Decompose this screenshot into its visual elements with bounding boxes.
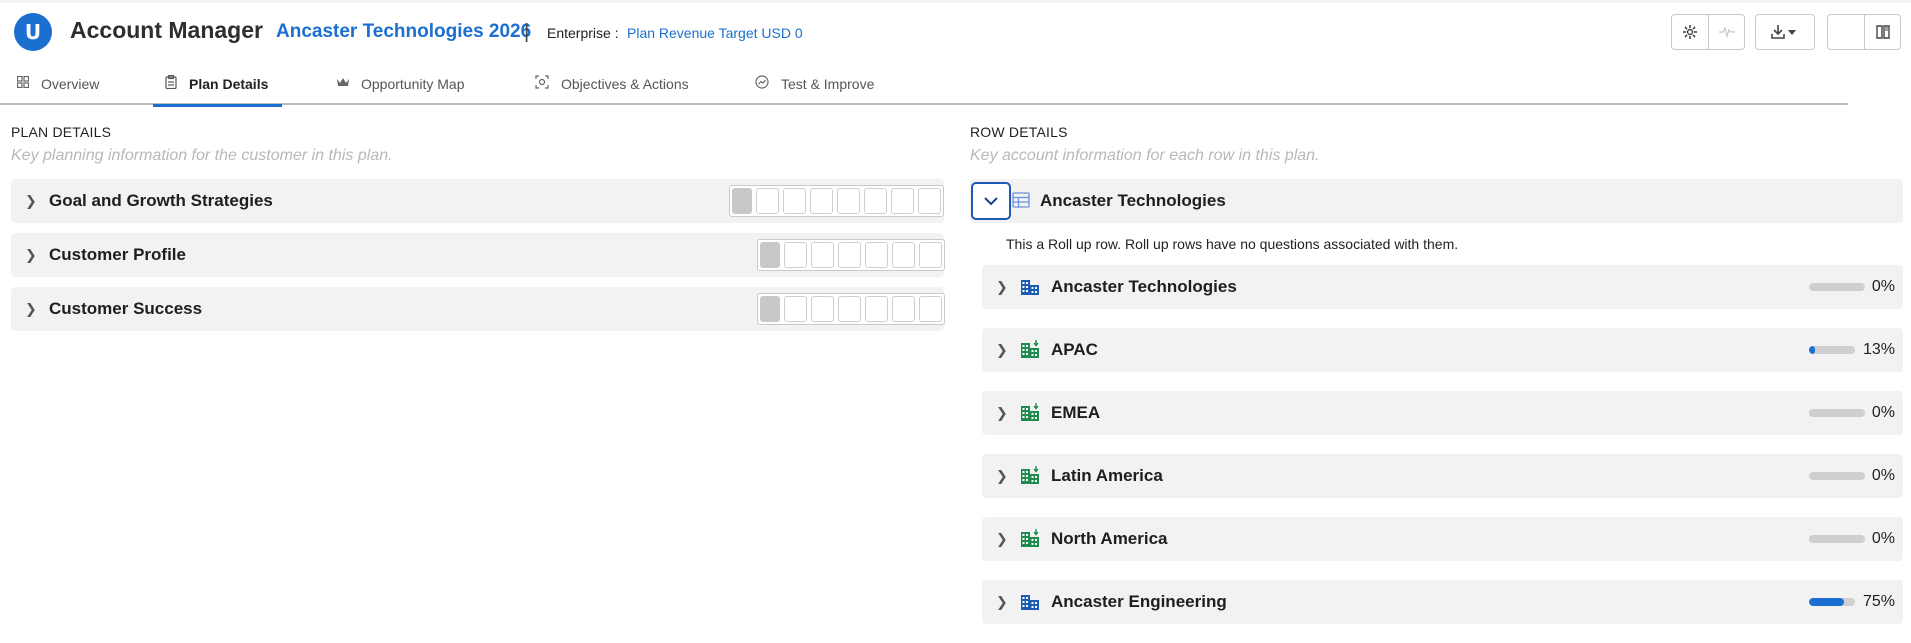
progress-percent: 75% [1862, 593, 1895, 610]
progress-bar [1809, 598, 1855, 606]
plan-section-label: Customer Success [49, 299, 203, 318]
chevron-right-icon: ❯ [996, 467, 1008, 484]
tab-test-improve-label: Test & Improve [781, 75, 875, 92]
help-button-group [1827, 14, 1901, 50]
building-down-icon [1021, 403, 1039, 421]
enterprise-value-link[interactable]: Plan Revenue Target USD 0 [627, 25, 803, 41]
row-item[interactable]: ❯ EMEA 0% [982, 391, 1903, 435]
progress-percent: 13% [1862, 341, 1895, 358]
building-down-icon [1021, 529, 1039, 547]
plan-section-label: Goal and Growth Strategies [49, 191, 273, 210]
chevron-right-icon: ❯ [996, 530, 1008, 547]
row-details-title: ROW DETAILS [970, 124, 1068, 140]
chevron-right-icon: ❯ [25, 300, 37, 317]
row-item[interactable]: ❯ APAC 13% [982, 328, 1903, 372]
rollup-row-label: Ancaster Technologies [1040, 191, 1226, 210]
tab-opportunity-map-label: Opportunity Map [361, 75, 465, 92]
row-item-label: North America [1051, 529, 1168, 548]
row-details-subtitle: Key account information for each row in … [970, 147, 1320, 164]
completion-segments [729, 185, 944, 217]
plan-details-title: PLAN DETAILS [11, 124, 112, 140]
tab-bar: Overview Plan Details Opportunity Map Ob… [0, 62, 1848, 107]
grid-icon [16, 75, 30, 91]
completion-segments [757, 239, 945, 271]
target-icon [535, 75, 549, 92]
download-button[interactable] [1756, 15, 1814, 49]
row-item-label: APAC [1051, 340, 1098, 359]
row-item-label: Ancaster Engineering [1051, 592, 1227, 611]
book-button[interactable] [1864, 15, 1900, 49]
app-title: Account Manager [70, 17, 263, 43]
building-down-icon [1021, 340, 1039, 358]
tab-objectives-actions[interactable]: Objectives & Actions [535, 62, 689, 105]
progress-fill [1809, 346, 1815, 354]
progress-percent: 0% [1871, 278, 1895, 295]
download-button-group [1755, 14, 1815, 50]
row-item-label: Ancaster Technologies [1051, 277, 1237, 296]
rollup-note: This a Roll up row. Roll up rows have no… [1006, 236, 1459, 252]
progress-bar [1809, 346, 1855, 354]
chevron-right-icon: ❯ [25, 192, 37, 209]
tab-plan-details-label: Plan Details [189, 75, 269, 92]
settings-button[interactable] [1672, 15, 1708, 49]
table-icon [1012, 192, 1030, 211]
book-icon [1875, 25, 1890, 39]
rollup-collapse-button[interactable] [971, 182, 1011, 220]
building-icon [1021, 595, 1039, 610]
pulse-icon [1718, 26, 1735, 38]
tab-objectives-actions-label: Objectives & Actions [561, 75, 689, 92]
enterprise-label: Enterprise : [547, 25, 619, 41]
completion-segments [757, 293, 945, 325]
tab-overview[interactable]: Overview [16, 62, 100, 105]
chevron-right-icon: ❯ [996, 593, 1008, 610]
settings-button-group [1671, 14, 1745, 50]
app-header: U Account Manager Ancaster Technologies … [0, 0, 1911, 62]
plan-section-goal-growth[interactable]: ❯ Goal and Growth Strategies [11, 179, 944, 223]
building-icon [1021, 280, 1039, 295]
building-down-icon [1021, 466, 1039, 484]
chevron-right-icon: ❯ [25, 246, 37, 263]
row-item-label: EMEA [1051, 403, 1101, 422]
progress-fill [1809, 598, 1844, 606]
plan-section-label: Customer Profile [49, 245, 186, 264]
crown-icon [337, 76, 349, 91]
progress-percent: 0% [1871, 530, 1895, 547]
tab-opportunity-map[interactable]: Opportunity Map [337, 62, 465, 105]
download-icon [1771, 25, 1796, 39]
clipboard-icon [165, 74, 177, 92]
row-item[interactable]: ❯ North America 0% [982, 517, 1903, 561]
row-item[interactable]: ❯ Latin America 0% [982, 454, 1903, 498]
chevron-right-icon: ❯ [996, 341, 1008, 358]
row-item[interactable]: ❯ Ancaster Engineering 75% [982, 580, 1903, 624]
chart-circle-icon [755, 75, 769, 92]
tab-test-improve[interactable]: Test & Improve [755, 62, 874, 105]
plan-details-subtitle: Key planning information for the custome… [11, 147, 393, 164]
chevron-right-icon: ❯ [996, 404, 1008, 421]
tab-overview-label: Overview [41, 75, 100, 92]
progress-percent: 0% [1871, 404, 1895, 421]
progress-percent: 0% [1871, 467, 1895, 484]
plan-section-customer-success[interactable]: ❯ Customer Success [11, 287, 945, 331]
gear-icon [1683, 25, 1697, 39]
row-item[interactable]: ❯ Ancaster Technologies 0% [982, 265, 1903, 309]
activity-button[interactable] [1708, 15, 1744, 49]
tab-plan-details[interactable]: Plan Details [152, 62, 283, 107]
title-separator: | [524, 21, 530, 43]
plan-title-link[interactable]: Ancaster Technologies 2026 [276, 21, 531, 43]
help-button[interactable] [1828, 15, 1864, 49]
chevron-right-icon: ❯ [996, 278, 1008, 295]
rollup-row: Ancaster Technologies [970, 179, 1903, 223]
chevron-down-icon [984, 196, 998, 205]
app-logo[interactable]: U [14, 13, 52, 51]
row-item-label: Latin America [1051, 466, 1163, 485]
plan-section-customer-profile[interactable]: ❯ Customer Profile [11, 233, 945, 277]
